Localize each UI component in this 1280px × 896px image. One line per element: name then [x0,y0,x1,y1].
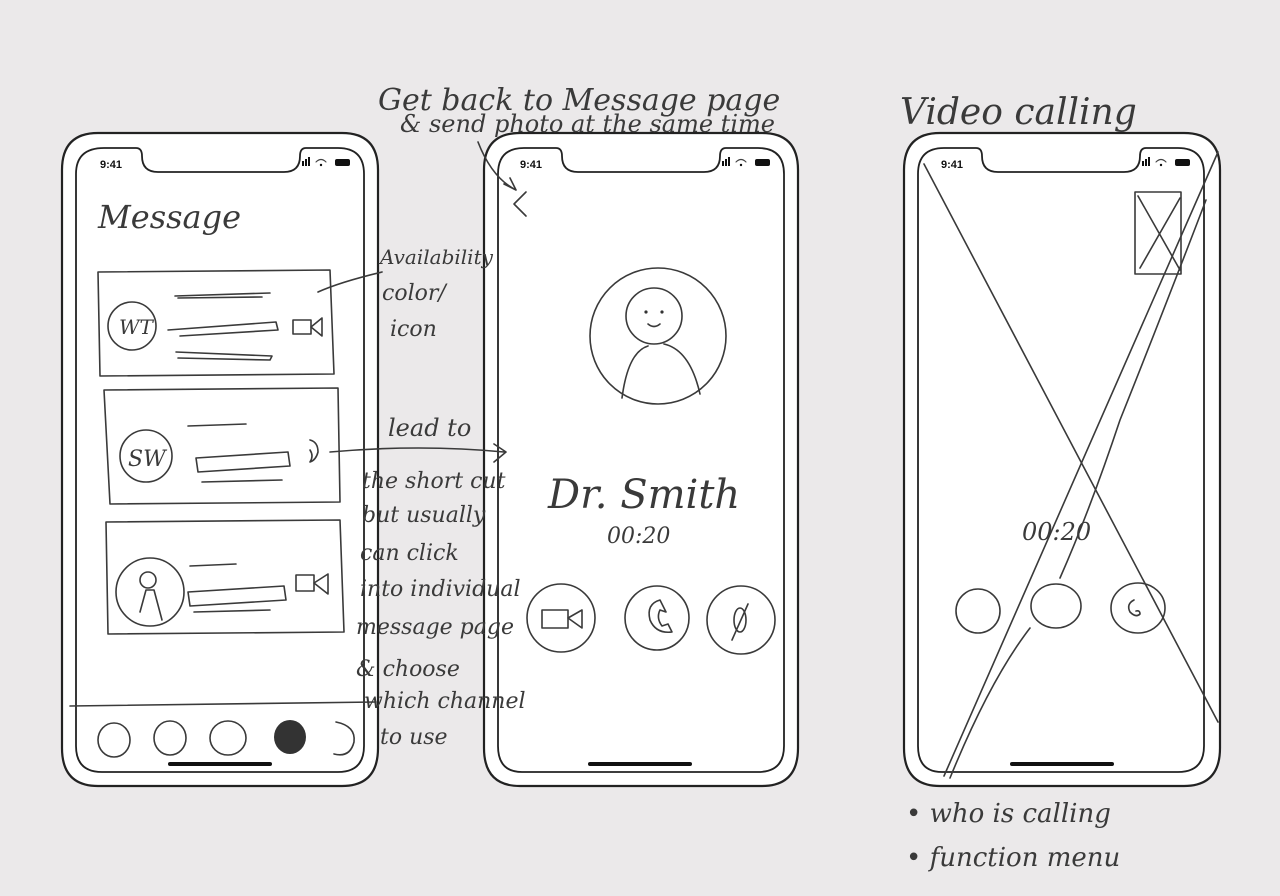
phone-message-list: 9:41 Message WT SW [60,131,380,788]
avatar-initials: WT [119,315,155,339]
svg-text:but usually: but usually [362,503,486,528]
tab-item-active[interactable] [274,720,306,754]
home-indicator [588,762,692,766]
caller-name: Dr. Smith [547,472,740,518]
phone-video-call: 9:41 00:20 [902,131,1222,788]
svg-text:message page: message page [356,615,514,640]
note-back-line2: & send photo at the same time [400,110,775,138]
svg-text:can click: can click [360,541,459,566]
svg-text:which channel: which channel [364,689,526,714]
status-time: 9:41 [941,159,963,171]
svg-text:to use: to use [380,725,448,750]
video-calling-title: Video calling [900,92,1137,133]
phone-voice-call: 9:41 Dr. Smith 00:20 [482,131,800,788]
home-indicator [168,762,272,766]
call-timer: 00:20 [607,524,670,549]
wireframe-sketch: 9:41 Message WT SW 9:41 Dr. Smith 00:20 … [60,83,1222,873]
status-time: 9:41 [520,159,542,171]
message-title: Message [97,198,241,236]
note-bullet: • who is calling [906,799,1111,829]
note-availability: icon [390,317,437,342]
svg-text:into individual: into individual [360,577,520,602]
note-lead-to: lead to [388,414,471,442]
home-indicator [1010,762,1114,766]
status-time: 9:41 [100,159,122,171]
avatar-initials: SW [128,447,168,472]
note-availability: color/ [382,281,448,306]
call-timer: 00:20 [1022,518,1091,546]
svg-text:& choose: & choose [356,657,460,682]
note-bullet: • function menu [906,843,1120,873]
note-availability: Availability [378,245,494,269]
svg-text:the short cut: the short cut [362,469,506,494]
